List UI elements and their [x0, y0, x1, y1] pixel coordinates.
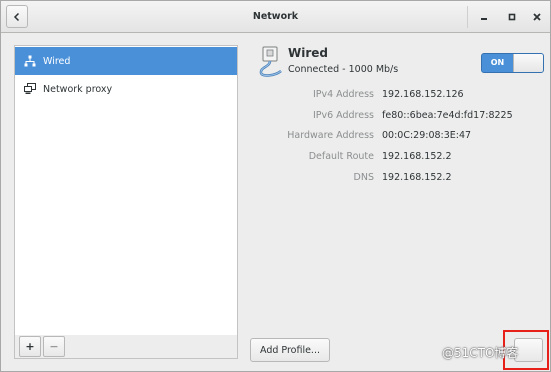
minimize-icon	[481, 18, 487, 20]
detail-value: 00:0C:29:08:3E:47	[382, 130, 472, 141]
switch-on-label: ON	[490, 58, 505, 67]
chevron-left-icon	[13, 12, 20, 21]
sidebar-item-label: Wired	[43, 55, 71, 67]
sidebar-item-network-proxy[interactable]: Network proxy	[15, 75, 237, 103]
maximize-button[interactable]	[503, 8, 521, 26]
detail-value: 192.168.152.126	[382, 89, 464, 100]
watermark-text: @51CTO博客	[442, 346, 519, 360]
device-status: Connected - 1000 Mb/s	[288, 64, 399, 75]
maximize-icon	[508, 13, 516, 21]
detail-value: 192.168.152.2	[382, 172, 452, 183]
remove-connection-button[interactable]: −	[43, 336, 65, 357]
network-settings-window: Network Wired Network proxy + − Wired Co…	[0, 0, 551, 372]
network-proxy-icon	[24, 83, 36, 95]
detail-label: Hardware Address	[287, 130, 374, 141]
device-name: Wired	[288, 46, 328, 60]
add-connection-button[interactable]: +	[19, 336, 41, 357]
detail-label: Default Route	[308, 151, 374, 162]
wired-network-icon	[24, 55, 36, 67]
sidebar-item-label: Network proxy	[43, 83, 113, 95]
list-toolbar: + −	[14, 335, 238, 359]
add-profile-button[interactable]: Add Profile...	[250, 338, 330, 362]
back-button[interactable]	[6, 5, 28, 28]
detail-value: 192.168.152.2	[382, 151, 452, 162]
detail-label: IPv6 Address	[312, 110, 374, 121]
detail-value: fe80::6bea:7e4d:fd17:8225	[382, 110, 513, 121]
close-button[interactable]	[528, 8, 546, 26]
device-list: Wired Network proxy	[14, 45, 238, 336]
minimize-button[interactable]	[475, 8, 493, 26]
close-icon	[533, 13, 541, 21]
switch-knob	[513, 54, 543, 72]
header-bar: Network	[1, 1, 550, 33]
sidebar-item-wired[interactable]: Wired	[15, 47, 237, 75]
header-separator	[467, 6, 468, 28]
detail-label: DNS	[353, 172, 374, 183]
detail-label: IPv4 Address	[312, 89, 374, 100]
ethernet-cable-icon	[255, 45, 285, 79]
connection-toggle-switch[interactable]: ON	[481, 53, 544, 73]
